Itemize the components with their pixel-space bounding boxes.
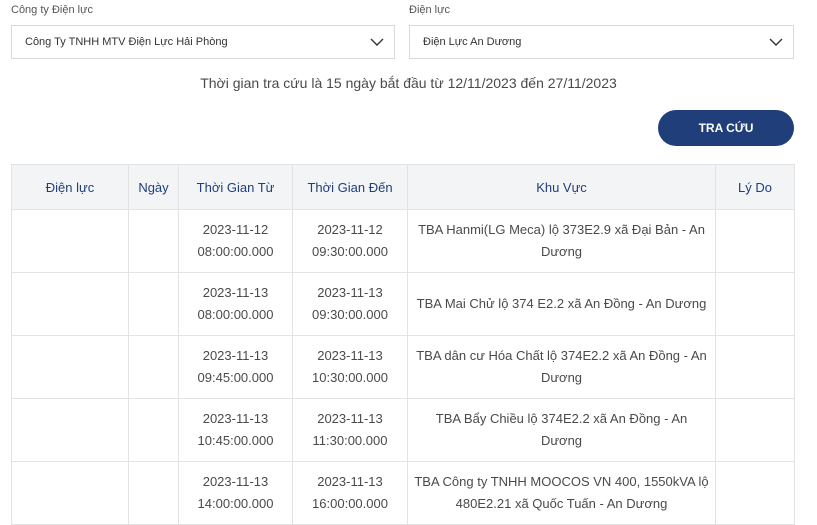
from-time: 08:00:00.000: [197, 244, 274, 259]
area-line-2: 480E2.21 xã Quốc Tuấn - An Dương: [455, 496, 668, 511]
cell-from: 2023-11-13 08:00:00.000: [178, 272, 293, 336]
cell-to: 2023-11-13 16:00:00.000: [292, 461, 408, 525]
table-row: 2023-11-13 14:00:00.000 2023-11-13 16:00:0…: [11, 461, 795, 525]
cell-reason: [715, 335, 795, 399]
to-date: 2023-11-13: [317, 474, 383, 489]
cell-reason: [715, 209, 795, 273]
cell-dien-luc: [11, 209, 129, 273]
cell-ngay: [128, 272, 179, 336]
from-date: 2023-11-12: [202, 222, 269, 237]
cell-to: 2023-11-13 09:30:00.000: [292, 272, 408, 336]
header-ly-do: Lý Do: [715, 164, 795, 210]
table-header-row: Điện lực Ngày Thời Gian Từ Thời Gian Đến…: [11, 164, 795, 210]
cell-dien-luc: [11, 398, 129, 462]
from-date: 2023-11-13: [202, 348, 269, 363]
to-date: 2023-11-13: [317, 285, 383, 300]
company-label: Công ty Điện lực: [11, 4, 93, 16]
search-period-notice: Thời gian tra cứu là 15 ngày bắt đầu từ …: [200, 75, 617, 91]
company-select-value: Công Ty TNHH MTV Điện Lực Hải Phòng: [25, 36, 228, 48]
branch-select-value: Điện Lực An Dương: [423, 36, 522, 48]
to-time: 09:30:00.000: [312, 307, 388, 322]
cell-from: 2023-11-13 10:45:00.000: [178, 398, 293, 462]
header-dien-luc: Điện lực: [11, 164, 129, 210]
area-line-1: TBA Công ty TNHH MOOCOS VN 400, 1550kVA …: [414, 474, 709, 489]
area-line-2: Dương: [540, 244, 583, 259]
branch-label: Điện lực: [409, 4, 450, 16]
to-time: 16:00:00.000: [312, 496, 388, 511]
area-line-1: TBA Hanmi(LG Meca) lộ 373E2.9 xã Đại Bản…: [418, 222, 705, 237]
chevron-down-icon: [769, 38, 783, 46]
cell-area: TBA Mai Chử lộ 374 E2.2 xã An Đồng - An …: [407, 272, 716, 336]
cell-ngay: [128, 461, 179, 525]
cell-dien-luc: [11, 335, 129, 399]
area-line-1: TBA Bẩy Chiều lộ 374E2.2 xã An Đồng - An…: [435, 411, 688, 448]
cell-reason: [715, 398, 795, 462]
header-thoi-gian-tu: Thời Gian Từ: [178, 164, 293, 210]
from-time: 14:00:00.000: [197, 496, 274, 511]
chevron-down-icon: [370, 38, 384, 46]
to-time: 09:30:00.000: [312, 244, 388, 259]
from-time: 09:45:00.000: [197, 370, 274, 385]
cell-reason: [715, 272, 795, 336]
cell-area: TBA Hanmi(LG Meca) lộ 373E2.9 xã Đại Bản…: [407, 209, 716, 273]
to-time: 10:30:00.000: [312, 370, 388, 385]
cell-from: 2023-11-13 14:00:00.000: [178, 461, 293, 525]
cell-area: TBA Bẩy Chiều lộ 374E2.2 xã An Đồng - An…: [407, 398, 716, 462]
header-ngay: Ngày: [128, 164, 179, 210]
table-row: 2023-11-13 08:00:00.000 2023-11-13 09:30:0…: [11, 272, 795, 336]
from-time: 10:45:00.000: [197, 433, 274, 448]
cell-from: 2023-11-12 08:00:00.000: [178, 209, 293, 273]
cell-to: 2023-11-13 11:30:00.000: [292, 398, 408, 462]
to-date: 2023-11-13: [317, 411, 383, 426]
from-date: 2023-11-13: [202, 285, 269, 300]
company-select[interactable]: Công Ty TNHH MTV Điện Lực Hải Phòng: [11, 25, 395, 59]
cell-area: TBA dân cư Hóa Chất lộ 374E2.2 xã An Đồn…: [407, 335, 716, 399]
cell-ngay: [128, 209, 179, 273]
branch-select[interactable]: Điện Lực An Dương: [409, 25, 794, 59]
cell-ngay: [128, 398, 179, 462]
to-time: 11:30:00.000: [312, 433, 388, 448]
from-time: 08:00:00.000: [197, 307, 274, 322]
table-row: 2023-11-13 10:45:00.000 2023-11-13 11:30:0…: [11, 398, 795, 462]
cell-from: 2023-11-13 09:45:00.000: [178, 335, 293, 399]
cell-ngay: [128, 335, 179, 399]
cell-to: 2023-11-12 09:30:00.000: [292, 209, 408, 273]
table-row: 2023-11-12 08:00:00.000 2023-11-12 09:30:0…: [11, 209, 795, 273]
cell-to: 2023-11-13 10:30:00.000: [292, 335, 408, 399]
from-date: 2023-11-13: [202, 411, 269, 426]
from-date: 2023-11-13: [202, 474, 269, 489]
to-date: 2023-11-13: [317, 348, 383, 363]
cell-dien-luc: [11, 461, 129, 525]
outage-table: Điện lực Ngày Thời Gian Từ Thời Gian Đến…: [11, 164, 795, 525]
search-button[interactable]: TRA CỨU: [658, 110, 794, 146]
area-line-1: TBA dân cư Hóa Chất lộ 374E2.2 xã An Đồn…: [416, 348, 707, 363]
header-thoi-gian-den: Thời Gian Đến: [292, 164, 408, 210]
cell-reason: [715, 461, 795, 525]
to-date: 2023-11-12: [317, 222, 383, 237]
table-row: 2023-11-13 09:45:00.000 2023-11-13 10:30:0…: [11, 335, 795, 399]
area-line-2: Dương: [540, 370, 583, 385]
area-line-1: TBA Mai Chử lộ 374 E2.2 xã An Đồng - An …: [416, 296, 707, 311]
header-khu-vuc: Khu Vực: [407, 164, 716, 210]
cell-area: TBA Công ty TNHH MOOCOS VN 400, 1550kVA …: [407, 461, 716, 525]
cell-dien-luc: [11, 272, 129, 336]
